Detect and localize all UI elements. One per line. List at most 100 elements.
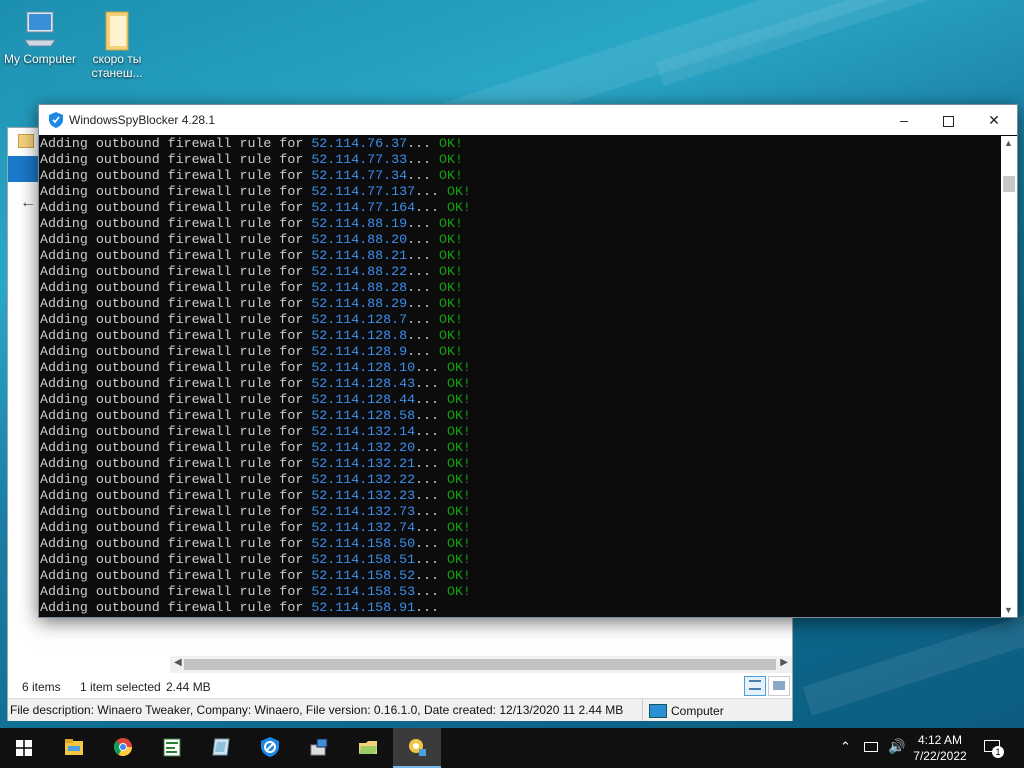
status-ok: OK!	[446, 584, 471, 599]
line-ellipsis: ...	[415, 552, 447, 567]
large-icons-view-button[interactable]	[768, 676, 790, 696]
status-ok: OK!	[439, 152, 463, 167]
console-line: Adding outbound firewall rule for 52.114…	[39, 312, 1001, 328]
taskbar-app[interactable]	[197, 728, 245, 768]
clock[interactable]: 4:12 AM 7/22/2022	[912, 732, 968, 764]
line-prefix: Adding outbound firewall rule for	[40, 456, 312, 471]
taskbar-windowsspyblocker[interactable]	[246, 728, 294, 768]
computer-icon	[23, 10, 57, 48]
desktop-icon-folder[interactable]: скоро ты станеш...	[77, 10, 157, 80]
system-tray: ⌃ 🔊	[836, 728, 912, 768]
clock-date: 7/22/2022	[913, 749, 967, 763]
console-line: Adding outbound firewall rule for 52.114…	[39, 136, 1001, 152]
taskbar-file-explorer[interactable]	[50, 728, 98, 768]
folder-app-icon	[359, 741, 377, 754]
minimize-button[interactable]: –	[881, 105, 927, 135]
line-prefix: Adding outbound firewall rule for	[40, 184, 312, 199]
console-line: Adding outbound firewall rule for 52.114…	[39, 248, 1001, 264]
taskbar-winaero-tweaker[interactable]	[393, 728, 441, 768]
line-prefix: Adding outbound firewall rule for	[40, 264, 312, 279]
line-ellipsis: ...	[415, 392, 447, 407]
line-ellipsis: ...	[415, 520, 447, 535]
line-prefix: Adding outbound firewall rule for	[40, 392, 312, 407]
status-ok: OK!	[446, 504, 471, 519]
status-ok: OK!	[446, 568, 471, 583]
console-line: Adding outbound firewall rule for 52.114…	[39, 536, 1001, 552]
line-ellipsis: ...	[415, 184, 447, 199]
ip-address: 52.114.128.7	[311, 312, 408, 327]
taskbar: ⌃ 🔊 4:12 AM 7/22/2022 1	[0, 728, 1024, 768]
details-view-button[interactable]	[744, 676, 766, 696]
line-ellipsis: ...	[415, 456, 447, 471]
console-line: Adding outbound firewall rule for 52.114…	[39, 456, 1001, 472]
taskbar-folder-app[interactable]	[344, 728, 392, 768]
chevron-up-icon[interactable]: ⌃	[840, 739, 851, 755]
windowsspyblocker-icon	[261, 737, 279, 757]
line-ellipsis: ...	[415, 600, 447, 615]
line-prefix: Adding outbound firewall rule for	[40, 296, 312, 311]
maximize-button[interactable]	[925, 105, 971, 135]
scroll-left-icon[interactable]: ◀	[174, 657, 182, 668]
taskbar-network-app[interactable]	[295, 728, 343, 768]
console-window[interactable]: WindowsSpyBlocker 4.28.1 – ✕ Adding outb…	[38, 104, 1018, 618]
close-button[interactable]: ✕	[971, 105, 1017, 135]
ip-address: 52.114.132.20	[311, 440, 416, 455]
ip-address: 52.114.88.21	[311, 248, 408, 263]
ip-address: 52.114.88.22	[311, 264, 408, 279]
line-ellipsis: ...	[407, 168, 439, 183]
network-icon[interactable]	[864, 742, 878, 752]
selected-size: 2.44 MB	[166, 680, 211, 694]
line-ellipsis: ...	[415, 360, 447, 375]
line-ellipsis: ...	[407, 328, 439, 343]
ip-address: 52.114.88.28	[311, 280, 408, 295]
back-arrow-icon[interactable]: ←	[20, 194, 36, 212]
ip-address: 52.114.132.14	[311, 424, 416, 439]
network-app-icon	[310, 738, 328, 756]
status-ok: OK!	[446, 520, 471, 535]
console-output[interactable]: Adding outbound firewall rule for 52.114…	[39, 136, 1001, 617]
desktop-icon-label: скоро ты станеш...	[91, 52, 143, 80]
line-prefix: Adding outbound firewall rule for	[40, 488, 312, 503]
console-titlebar[interactable]: WindowsSpyBlocker 4.28.1 – ✕	[39, 105, 1017, 135]
taskbar-chrome[interactable]	[99, 728, 147, 768]
line-prefix: Adding outbound firewall rule for	[40, 200, 312, 215]
line-ellipsis: ...	[415, 376, 447, 391]
scrollbar-thumb[interactable]	[184, 659, 776, 670]
line-prefix: Adding outbound firewall rule for	[40, 584, 312, 599]
line-prefix: Adding outbound firewall rule for	[40, 440, 312, 455]
line-prefix: Adding outbound firewall rule for	[40, 280, 312, 295]
file-tab[interactable]	[8, 156, 38, 182]
volume-icon[interactable]: 🔊	[888, 738, 905, 755]
console-line: Adding outbound firewall rule for 52.114…	[39, 408, 1001, 424]
status-ok: OK!	[446, 440, 471, 455]
folder-icon	[18, 134, 34, 148]
scroll-down-icon[interactable]: ▼	[1004, 605, 1013, 615]
scrollbar-thumb[interactable]	[1003, 176, 1015, 192]
line-prefix: Adding outbound firewall rule for	[40, 376, 312, 391]
taskbar-notepad[interactable]	[148, 728, 196, 768]
ip-address: 52.114.77.137	[311, 184, 416, 199]
folder-icon	[100, 10, 134, 51]
line-ellipsis: ...	[415, 488, 447, 503]
chrome-icon	[113, 738, 132, 757]
scroll-up-icon[interactable]: ▲	[1004, 138, 1013, 148]
line-ellipsis: ...	[407, 216, 439, 231]
status-bar: 6 items 1 item selected 2.44 MB	[8, 674, 792, 696]
horizontal-scrollbar[interactable]: ◀ ▶	[170, 656, 792, 673]
computer-icon	[649, 704, 667, 718]
ip-address: 52.114.128.58	[311, 408, 416, 423]
line-prefix: Adding outbound firewall rule for	[40, 152, 312, 167]
line-prefix: Adding outbound firewall rule for	[40, 424, 312, 439]
location-label: Computer	[671, 703, 724, 718]
start-button[interactable]	[0, 728, 48, 768]
desktop-icon-my-computer[interactable]: My Computer	[0, 10, 80, 66]
notification-center-button[interactable]: 1	[982, 736, 1006, 760]
vertical-scrollbar[interactable]: ▲ ▼	[1001, 136, 1017, 617]
ip-address: 52.114.88.29	[311, 296, 408, 311]
notepad-icon	[163, 738, 181, 757]
clock-time: 4:12 AM	[917, 733, 963, 747]
scroll-right-icon[interactable]: ▶	[780, 657, 788, 668]
console-line: Adding outbound firewall rule for 52.114…	[39, 328, 1001, 344]
ip-address: 52.114.128.43	[311, 376, 416, 391]
ip-address: 52.114.77.164	[311, 200, 416, 215]
